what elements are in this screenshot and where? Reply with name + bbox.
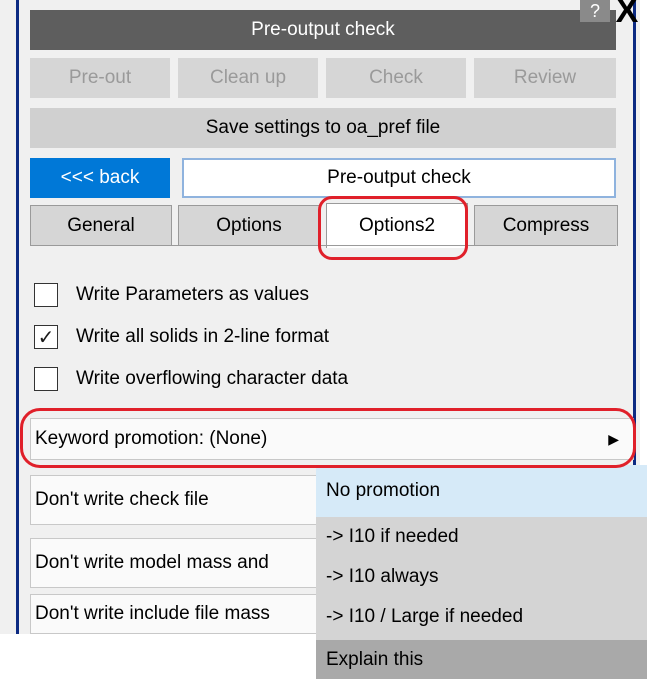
write-parameters-checkbox[interactable] <box>34 283 58 307</box>
options2-highlight-annotation <box>318 196 468 260</box>
clean-up-button[interactable]: Clean up <box>178 58 318 98</box>
menu-item-i10-large-if-needed[interactable]: -> I10 / Large if needed <box>316 597 647 637</box>
write-solids-label: Write all solids in 2-line format <box>76 326 330 347</box>
include-file-mass-label: Don't write include file mass <box>35 603 270 624</box>
review-button[interactable]: Review <box>474 58 616 98</box>
window-left-border <box>16 0 19 634</box>
check-file-dropdown[interactable]: Don't write check file <box>30 475 330 525</box>
keyword-promotion-menu: No promotion -> I10 if needed -> I10 alw… <box>316 465 647 679</box>
check-file-label: Don't write check file <box>35 489 209 510</box>
menu-item-i10-always[interactable]: -> I10 always <box>316 557 647 597</box>
write-solids-checkbox[interactable]: ✓ <box>34 325 58 349</box>
menu-item-no-promotion[interactable]: No promotion <box>316 465 647 517</box>
model-mass-dropdown[interactable]: Don't write model mass and <box>30 538 330 588</box>
write-parameters-label: Write Parameters as values <box>76 284 310 305</box>
close-button[interactable]: X <box>610 0 644 28</box>
keyword-promotion-highlight-annotation <box>20 408 636 468</box>
tab-compress[interactable]: Compress <box>474 205 618 246</box>
tab-general[interactable]: General <box>30 205 172 246</box>
option-write-parameters[interactable]: Write Parameters as values <box>34 283 309 307</box>
save-settings-button[interactable]: Save settings to oa_pref file <box>30 108 616 148</box>
current-page-label: Pre-output check <box>182 158 616 198</box>
option-write-solids[interactable]: ✓ Write all solids in 2-line format <box>34 325 329 349</box>
panel-title: Pre-output check <box>251 19 395 40</box>
panel-title-bar: Pre-output check <box>30 10 616 50</box>
option-write-overflowing[interactable]: Write overflowing character data <box>34 367 348 391</box>
back-button[interactable]: <<< back <box>30 158 170 198</box>
include-file-mass-dropdown[interactable]: Don't write include file mass <box>30 594 330 634</box>
model-mass-label: Don't write model mass and <box>35 552 269 573</box>
pre-out-button[interactable]: Pre-out <box>30 58 170 98</box>
menu-item-i10-if-needed[interactable]: -> I10 if needed <box>316 517 647 557</box>
write-overflowing-label: Write overflowing character data <box>76 368 349 389</box>
tab-options[interactable]: Options <box>178 205 320 246</box>
menu-item-explain-this[interactable]: Explain this <box>316 640 647 679</box>
help-button[interactable]: ? <box>580 0 610 22</box>
check-button[interactable]: Check <box>326 58 466 98</box>
write-overflowing-checkbox[interactable] <box>34 367 58 391</box>
